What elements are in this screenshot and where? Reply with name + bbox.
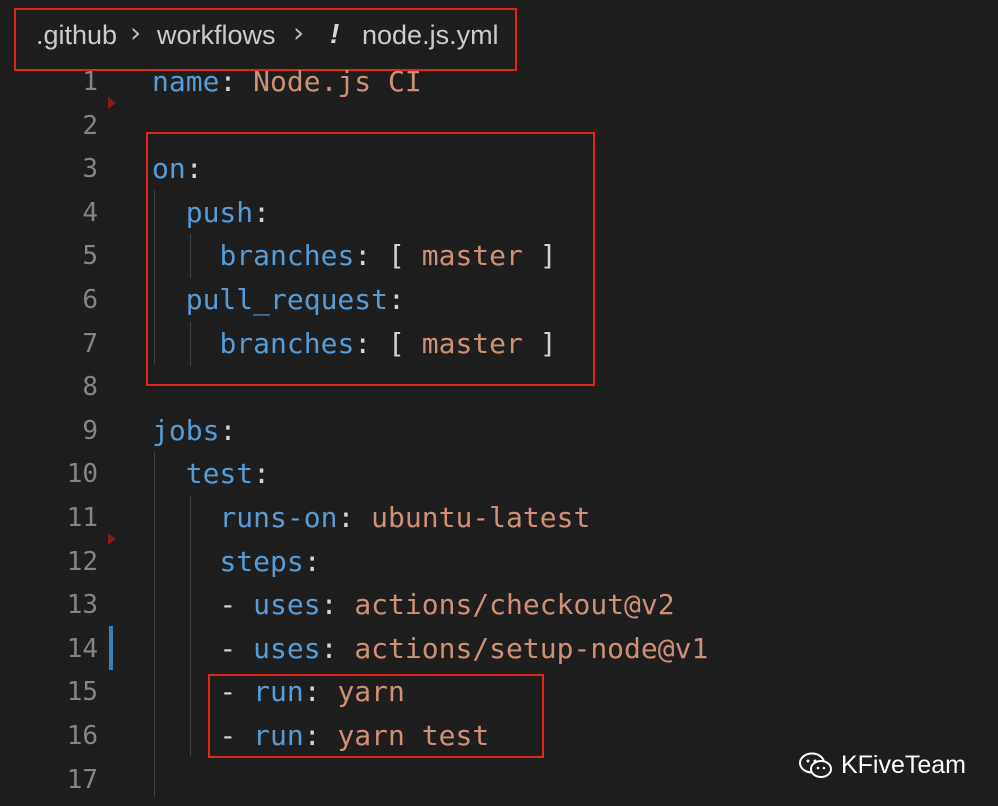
- yaml-punct: :: [253, 195, 271, 229]
- yaml-punct: [152, 196, 186, 229]
- code-line[interactable]: test:: [152, 452, 270, 496]
- code-line[interactable]: - run: yarn test: [152, 714, 489, 758]
- code-line[interactable]: steps:: [152, 540, 321, 584]
- line-number: 16: [66, 721, 98, 751]
- yaml-punct: :: [253, 457, 271, 491]
- line-number: 3: [82, 154, 98, 185]
- yaml-punct: -: [152, 719, 254, 752]
- yaml-key: steps: [219, 544, 304, 578]
- yaml-punct: -: [152, 631, 254, 665]
- yaml-punct: :: [303, 675, 338, 709]
- yaml-punct: :: [303, 544, 321, 578]
- code-line[interactable]: on:: [152, 147, 203, 191]
- yaml-punct: :: [303, 719, 338, 752]
- yaml-punct: [152, 545, 219, 578]
- yaml-key: runs-on: [219, 501, 338, 534]
- yaml-key: branches: [219, 239, 355, 273]
- yaml-key: test: [185, 457, 254, 491]
- yaml-value: ubuntu-latest: [371, 501, 591, 534]
- line-number: 6: [82, 285, 98, 315]
- yaml-key: jobs: [152, 413, 220, 447]
- yaml-punct: :: [337, 501, 372, 534]
- yaml-key: uses: [253, 631, 321, 665]
- yaml-punct: [152, 239, 219, 272]
- yaml-key: push: [185, 195, 254, 229]
- yaml-punct: -: [152, 675, 254, 709]
- line-number: 10: [66, 459, 98, 490]
- yaml-key: run: [253, 675, 304, 709]
- line-number: 15: [66, 677, 98, 708]
- yaml-punct: :: [185, 152, 203, 186]
- yaml-key: uses: [253, 588, 321, 622]
- yaml-punct: ]: [522, 326, 557, 360]
- line-number: 7: [82, 328, 98, 359]
- code-line[interactable]: - uses: actions/setup-node@v1: [152, 627, 708, 671]
- yaml-key: name: [152, 65, 220, 98]
- code-line[interactable]: name: Node.js CI: [152, 60, 422, 104]
- code-line[interactable]: - run: yarn: [152, 670, 405, 714]
- code-line[interactable]: push:: [152, 191, 270, 235]
- yaml-punct: [152, 457, 186, 490]
- code-line[interactable]: branches: [ master ]: [152, 322, 557, 366]
- yaml-punct: [152, 327, 219, 360]
- code-line[interactable]: jobs:: [152, 409, 236, 453]
- yaml-punct: :: [219, 65, 254, 98]
- yaml-value: master: [421, 326, 523, 360]
- yaml-punct: ]: [522, 239, 557, 273]
- line-number: 5: [82, 241, 98, 272]
- yaml-punct: -: [152, 588, 254, 622]
- yaml-punct: [152, 501, 219, 534]
- line-number: 4: [82, 197, 98, 228]
- yaml-value: actions/checkout@v2: [354, 588, 675, 622]
- yaml-punct: [152, 283, 186, 316]
- fold-marker-icon[interactable]: [108, 97, 116, 109]
- line-number: 2: [82, 110, 98, 141]
- yaml-value: yarn: [337, 675, 405, 709]
- yaml-punct: :: [320, 631, 355, 665]
- yaml-value: actions/setup-node@v1: [354, 631, 709, 665]
- line-number: 1: [82, 67, 98, 97]
- line-number: 8: [82, 372, 98, 403]
- line-number: 14: [66, 633, 98, 664]
- yaml-value: yarn test: [337, 719, 490, 752]
- yaml-key: pull_request: [185, 283, 389, 316]
- line-number: 11: [66, 503, 98, 533]
- modified-line-indicator: [109, 626, 113, 670]
- code-line[interactable]: pull_request:: [152, 278, 405, 322]
- watermark: KFiveTeam: [798, 751, 966, 780]
- yaml-value: master: [421, 239, 523, 273]
- line-number: 17: [66, 764, 98, 795]
- yaml-punct: :: [388, 283, 405, 316]
- fold-marker-icon[interactable]: [108, 533, 116, 545]
- code-line[interactable]: runs-on: ubuntu-latest: [152, 496, 590, 540]
- watermark-text: KFiveTeam: [840, 751, 966, 779]
- line-number: 12: [66, 546, 98, 577]
- yaml-punct: :: [320, 588, 355, 622]
- yaml-key: run: [253, 719, 304, 752]
- line-number: 9: [82, 415, 98, 446]
- yaml-punct: : [: [354, 326, 422, 360]
- yaml-key: branches: [219, 326, 355, 360]
- yaml-punct: :: [219, 413, 237, 447]
- yaml-punct: : [: [354, 239, 422, 273]
- wechat-icon: [798, 752, 832, 778]
- line-number: 13: [66, 590, 98, 621]
- yaml-key: on: [152, 152, 186, 186]
- code-line[interactable]: - uses: actions/checkout@v2: [152, 583, 675, 627]
- yaml-value: Node.js CI: [253, 65, 422, 98]
- code-line[interactable]: branches: [ master ]: [152, 234, 557, 278]
